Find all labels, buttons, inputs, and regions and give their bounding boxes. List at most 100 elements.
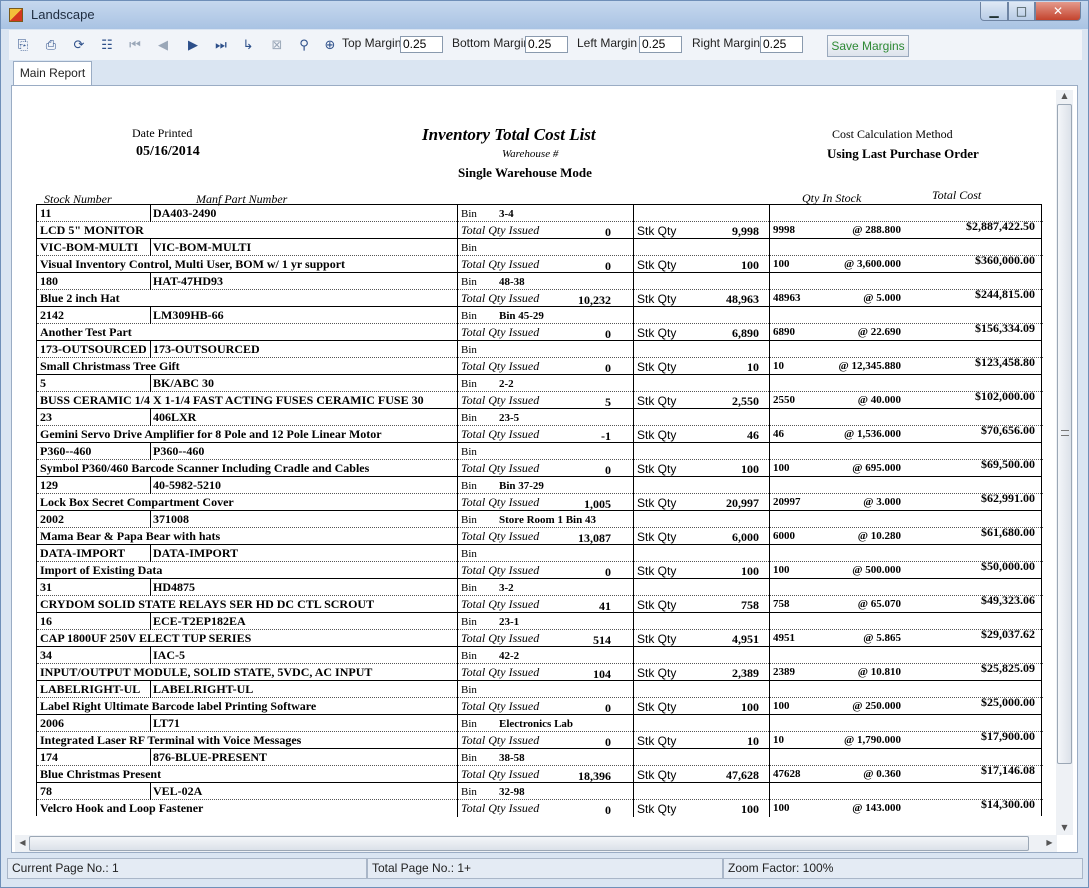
stock-number: 78 <box>40 784 52 798</box>
table-row: 2142 LM309HB-66 Bin Bin 45-29 Another Test P… <box>36 306 1043 341</box>
bottom-margin-input[interactable]: 0.25 <box>525 36 568 53</box>
bin-label: Bin <box>461 276 477 288</box>
save-margins-button[interactable]: Save Margins <box>827 35 909 57</box>
table-row: 11 DA403-2490 Bin 3-4 LCD 5" MONITOR Total Qt… <box>36 204 1043 239</box>
last-page-icon[interactable]: ⏭ <box>213 38 229 54</box>
top-margin-input[interactable]: 0.25 <box>400 36 443 53</box>
prev-page-icon[interactable]: ◀ <box>155 38 171 54</box>
right-margin-input[interactable]: 0.25 <box>760 36 803 53</box>
scroll-left-arrow-icon[interactable]: ◀ <box>15 838 30 847</box>
manf-part-number: 40-5982-5210 <box>153 478 221 492</box>
bin-value: 3-4 <box>499 208 514 220</box>
horizontal-scrollbar[interactable]: ◀ ▶ <box>15 835 1057 852</box>
bin-value: 48-38 <box>499 276 525 288</box>
total-cost: $360,000.00 <box>975 253 1035 267</box>
qty-in-stock: 10 <box>773 360 784 372</box>
total-qty-issued-label: Total Qty Issued <box>461 767 540 781</box>
total-qty-issued-label: Total Qty Issued <box>461 427 540 441</box>
scroll-up-arrow-icon[interactable]: ▲ <box>1057 91 1072 100</box>
vertical-scrollbar[interactable]: ▲ ▼ <box>1056 90 1073 835</box>
manf-part-number: 371008 <box>153 512 189 526</box>
scroll-right-arrow-icon[interactable]: ▶ <box>1042 838 1057 847</box>
part-description: Integrated Laser RF Terminal with Voice … <box>40 733 302 747</box>
bin-label: Bin <box>461 718 477 730</box>
bin-label: Bin <box>461 378 477 390</box>
minimize-button[interactable]: ▁ <box>980 2 1008 21</box>
close-button[interactable]: ✕ <box>1035 2 1081 21</box>
bin-label: Bin <box>461 786 477 798</box>
table-row: LABELRIGHT-UL LABELRIGHT-UL Bin Label Right… <box>36 680 1043 715</box>
export-icon[interactable]: ⎘ <box>15 38 31 54</box>
current-page-status: Current Page No.: 1 <box>7 858 367 879</box>
maximize-button[interactable]: □ <box>1008 2 1035 21</box>
report-title: Inventory Total Cost List <box>422 125 596 144</box>
qty-in-stock: 2389 <box>773 666 795 678</box>
stk-qty: 6,000 <box>732 530 759 544</box>
stock-number: 31 <box>40 580 52 594</box>
find-icon[interactable]: ⚲ <box>296 38 312 54</box>
unit-price: @ 10.280 <box>857 530 901 542</box>
total-cost: $25,825.09 <box>981 661 1035 675</box>
total-cost: $14,300.00 <box>981 797 1035 811</box>
unit-price: @ 5.000 <box>863 292 901 304</box>
scroll-down-arrow-icon[interactable]: ▼ <box>1057 823 1072 832</box>
col-total-cost: Total Cost <box>932 188 982 202</box>
part-description: Visual Inventory Control, Multi User, BO… <box>40 257 346 271</box>
date-printed-value: 05/16/2014 <box>136 144 200 159</box>
report-viewer: Date Printed 05/16/2014 Inventory Total … <box>11 85 1078 853</box>
qty-in-stock: 100 <box>773 564 790 576</box>
unit-price: @ 3.000 <box>863 496 901 508</box>
qty-in-stock: 9998 <box>773 224 795 236</box>
part-description: BUSS CERAMIC 1/4 X 1-1/4 FAST ACTING FUS… <box>40 393 424 407</box>
refresh-icon[interactable]: ⟳ <box>71 38 87 54</box>
qty-in-stock: 20997 <box>773 496 801 508</box>
horizontal-scroll-thumb[interactable] <box>29 836 1029 851</box>
first-page-icon[interactable]: ⏮ <box>127 38 143 54</box>
unit-price: @ 500.000 <box>852 564 901 576</box>
stk-qty-label: Stk Qty <box>637 224 677 238</box>
bin-label: Bin <box>461 242 477 254</box>
left-margin-input[interactable]: 0.25 <box>639 36 682 53</box>
zoom-icon[interactable]: ⊕ <box>322 38 338 54</box>
total-qty-issued-label: Total Qty Issued <box>461 597 540 611</box>
stk-qty-label: Stk Qty <box>637 428 677 442</box>
goto-page-icon[interactable]: ↳ <box>240 38 256 54</box>
zoom-factor-status: Zoom Factor: 100% <box>723 858 1083 879</box>
part-description: Small Christmass Tree Gift <box>40 359 180 373</box>
total-qty-issued-label: Total Qty Issued <box>461 461 540 475</box>
bin-value: 2-2 <box>499 378 514 390</box>
qty-in-stock: 2550 <box>773 394 795 406</box>
print-icon[interactable]: ⎙ <box>43 38 59 54</box>
stop-icon[interactable]: ⊠ <box>269 38 285 54</box>
part-description: Another Test Part <box>40 325 132 339</box>
total-cost: $29,037.62 <box>981 627 1035 641</box>
report-toolbar: ⎘ ⎙ ⟳ ☷ ⏮ ◀ ▶ ⏭ ↳ ⊠ ⚲ ⊕ Top Margin 0.25 … <box>9 30 1082 60</box>
unit-price: @ 143.000 <box>852 802 901 814</box>
stock-number: 2006 <box>40 716 64 730</box>
table-row: 129 40-5982-5210 Bin Bin 37-29 Lock Box Secr… <box>36 476 1043 511</box>
total-cost: $2,887,422.50 <box>966 219 1035 233</box>
total-cost: $69,500.00 <box>981 457 1035 471</box>
stk-qty: 100 <box>741 700 759 714</box>
tab-main-report[interactable]: Main Report <box>13 61 92 85</box>
total-cost: $123,458.80 <box>975 355 1035 369</box>
tree-icon[interactable]: ☷ <box>99 38 115 54</box>
part-description: Blue 2 inch Hat <box>40 291 120 305</box>
bin-label: Bin <box>461 446 477 458</box>
total-qty-issued-label: Total Qty Issued <box>461 665 540 679</box>
bin-value: Bin 37-29 <box>499 480 544 492</box>
table-row: 174 876-BLUE-PRESENT Bin 38-58 Blue Christma… <box>36 748 1043 783</box>
total-qty-issued-label: Total Qty Issued <box>461 325 540 339</box>
stk-qty-label: Stk Qty <box>637 768 677 782</box>
stk-qty: 2,389 <box>732 666 759 680</box>
bin-value: Store Room 1 Bin 43 <box>499 514 596 526</box>
next-page-icon[interactable]: ▶ <box>185 38 201 54</box>
report-window: Landscape ▁ □ ✕ ⎘ ⎙ ⟳ ☷ ⏮ ◀ ▶ ⏭ ↳ ⊠ ⚲ ⊕ … <box>0 0 1089 888</box>
vertical-scroll-thumb[interactable] <box>1057 104 1072 764</box>
unit-price: @ 65.070 <box>857 598 901 610</box>
title-bar[interactable]: Landscape ▁ □ ✕ <box>1 1 1088 29</box>
bin-label: Bin <box>461 684 477 696</box>
bottom-margin-label: Bottom Margin <box>452 36 531 50</box>
stk-qty: 100 <box>741 258 759 272</box>
bin-label: Bin <box>461 548 477 560</box>
